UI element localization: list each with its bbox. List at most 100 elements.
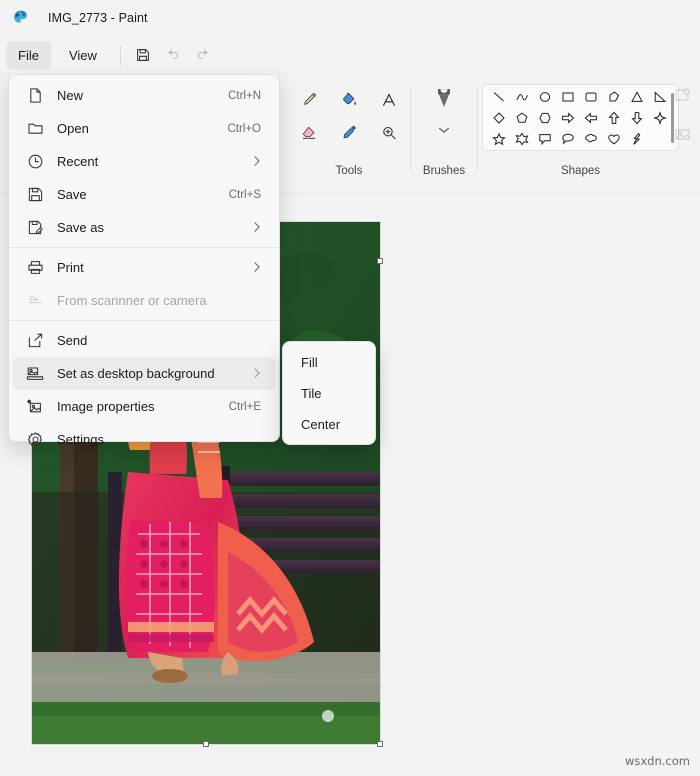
image-layers-icon[interactable] [673, 125, 693, 150]
ribbon-group-brushes: Brushes [411, 74, 477, 193]
clock-icon [23, 152, 47, 172]
shape-down-arrow[interactable] [629, 110, 645, 126]
shape-triangle[interactable] [629, 89, 645, 105]
menu-item-accel: Ctrl+E [228, 400, 261, 413]
menu-item-label: Save [57, 187, 87, 202]
menu-item-print[interactable]: Print [13, 251, 275, 284]
menu-divider-1 [9, 247, 279, 248]
menu-item-label: From scannner or camera [57, 293, 207, 308]
undo-button[interactable] [158, 41, 188, 69]
edit-square-icon[interactable] [673, 86, 693, 111]
window-title: IMG_2773 - Paint [48, 11, 148, 25]
menu-item-accel: Ctrl+O [227, 122, 261, 135]
desktop-image-icon [23, 364, 47, 384]
gear-icon [23, 430, 47, 450]
chevron-down-icon[interactable] [438, 126, 450, 137]
paint-palette-icon [12, 9, 30, 27]
resize-handle-bottom-right[interactable] [377, 741, 383, 747]
menu-item-label: Save as [57, 220, 104, 235]
desktop-background-submenu: Fill Tile Center [282, 341, 376, 445]
share-arrow-icon [23, 331, 47, 351]
menu-item-image-properties[interactable]: Image properties Ctrl+E [13, 390, 275, 423]
chevron-right-icon [253, 221, 261, 235]
menu-item-settings[interactable]: Settings [13, 423, 275, 456]
brushes-button[interactable] [430, 84, 458, 119]
folder-open-icon [23, 119, 47, 139]
menu-item-open[interactable]: Open Ctrl+O [13, 112, 275, 145]
menu-item-label: Open [57, 121, 89, 136]
ribbon-right-icons [666, 74, 700, 194]
submenu-item-tile[interactable]: Tile [287, 378, 371, 409]
chevron-right-icon [253, 261, 261, 275]
shape-heart[interactable] [606, 131, 622, 147]
menu-item-save-as[interactable]: Save as [13, 211, 275, 244]
shape-left-arrow[interactable] [583, 110, 599, 126]
shape-rounded-rectangle[interactable] [583, 89, 599, 105]
shape-up-arrow[interactable] [606, 110, 622, 126]
command-bar-divider [119, 45, 121, 65]
menu-item-label: Settings [57, 432, 104, 447]
menu-item-accel: Ctrl+S [228, 188, 261, 201]
redo-button[interactable] [188, 41, 218, 69]
shape-hexagon[interactable] [537, 110, 553, 126]
shape-right-arrow[interactable] [560, 110, 576, 126]
title-bar: IMG_2773 - Paint [0, 0, 700, 36]
menu-item-recent[interactable]: Recent [13, 145, 275, 178]
paint-window: IMG_2773 - Paint File View Tools Brushes… [0, 0, 700, 776]
shape-cloud-callout[interactable] [583, 131, 599, 147]
resize-handle-bottom[interactable] [203, 741, 209, 747]
ribbon-group-tools-label: Tools [335, 165, 363, 177]
menu-item-label: Set as desktop background [57, 366, 215, 381]
chevron-right-icon [253, 367, 261, 381]
shape-five-point-star[interactable] [491, 131, 507, 147]
printer-icon [23, 258, 47, 278]
menu-item-new[interactable]: New Ctrl+N [13, 79, 275, 112]
fill-tool[interactable] [329, 83, 369, 116]
shape-rounded-callout[interactable] [560, 131, 576, 147]
menu-item-label: Image properties [57, 399, 155, 414]
resize-handle-right-top[interactable] [377, 258, 383, 264]
shape-pentagon[interactable] [514, 110, 530, 126]
shapes-gallery[interactable] [482, 84, 679, 151]
new-page-icon [23, 86, 47, 106]
shape-diamond[interactable] [491, 110, 507, 126]
eraser-tool[interactable] [289, 116, 329, 149]
text-tool[interactable] [369, 83, 409, 116]
save-as-pencil-icon [23, 218, 47, 238]
shape-rectangle[interactable] [560, 89, 576, 105]
file-menu-flyout: New Ctrl+N Open Ctrl+O Recent Save Ctrl+… [8, 74, 280, 447]
menu-item-set-as-desktop-background[interactable]: Set as desktop background [13, 357, 275, 390]
command-bar: File View [0, 36, 700, 74]
image-properties-icon [23, 397, 47, 417]
shape-rectangular-callout[interactable] [537, 131, 553, 147]
submenu-item-center[interactable]: Center [287, 409, 371, 440]
chevron-right-icon [253, 155, 261, 169]
submenu-item-fill[interactable]: Fill [287, 347, 371, 378]
menu-item-label: Recent [57, 154, 99, 169]
menu-view[interactable]: View [57, 41, 109, 69]
ribbon-group-shapes-label: Shapes [560, 165, 600, 177]
magnifier-tool[interactable] [369, 116, 409, 149]
menu-item-label: Send [57, 333, 88, 348]
shape-curve[interactable] [514, 89, 530, 105]
floppy-disk-icon [23, 185, 47, 205]
shape-oval[interactable] [537, 89, 553, 105]
shape-six-point-star[interactable] [514, 131, 530, 147]
shape-polygon[interactable] [606, 89, 622, 105]
scanner-icon [23, 291, 47, 311]
menu-divider-2 [9, 320, 279, 321]
shape-line[interactable] [491, 89, 507, 105]
ribbon-group-shapes: Shapes [478, 74, 683, 193]
watermark: wsxdn.com [624, 754, 690, 768]
ribbon-group-tools: Tools [288, 74, 410, 193]
menu-file[interactable]: File [6, 41, 51, 69]
menu-item-send[interactable]: Send [13, 324, 275, 357]
shape-lightning[interactable] [629, 131, 645, 147]
menu-item-label: Print [57, 260, 84, 275]
menu-item-save[interactable]: Save Ctrl+S [13, 178, 275, 211]
menu-item-label: New [57, 88, 84, 103]
color-picker-tool[interactable] [329, 116, 369, 149]
save-button[interactable] [128, 41, 158, 69]
menu-item-from-scanner-or-camera[interactable]: From scannner or camera [13, 284, 275, 317]
pencil-tool[interactable] [289, 83, 329, 116]
